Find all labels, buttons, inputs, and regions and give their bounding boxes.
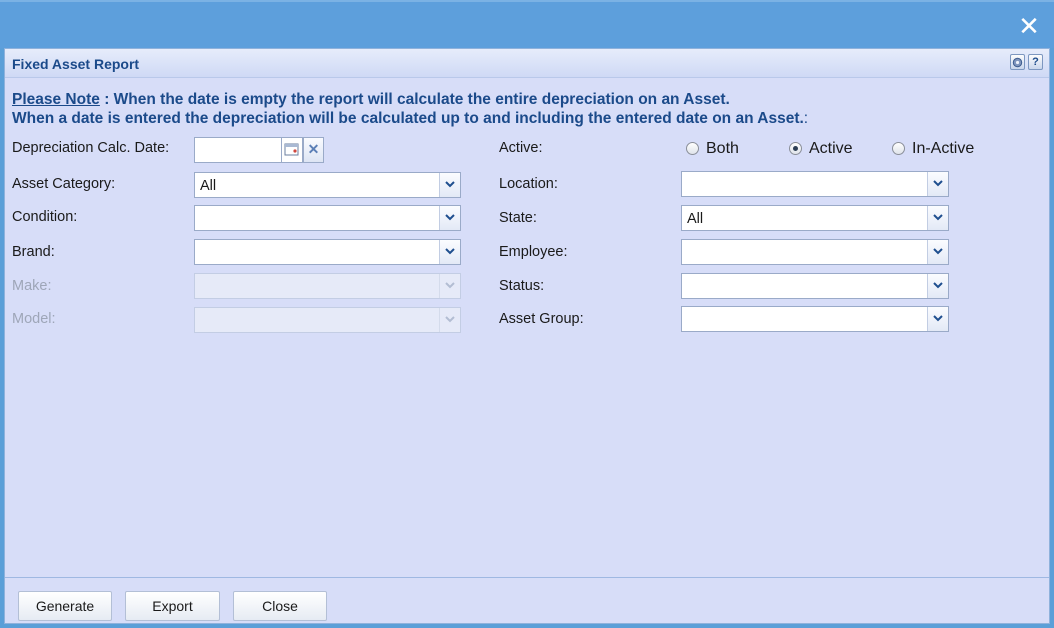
- chevron-down-icon[interactable]: [439, 173, 460, 197]
- active-label: Active:: [499, 140, 543, 156]
- asset-group-label: Asset Group:: [499, 311, 584, 327]
- export-button[interactable]: Export: [125, 591, 220, 621]
- radio-inactive-label[interactable]: In-Active: [912, 140, 974, 158]
- model-select: [194, 307, 461, 333]
- close-button[interactable]: Close: [233, 591, 327, 621]
- help-icon[interactable]: ?: [1028, 54, 1043, 70]
- employee-label: Employee:: [499, 244, 568, 260]
- asset-category-select[interactable]: All: [194, 172, 461, 198]
- model-label: Model:: [12, 311, 56, 327]
- chevron-down-icon: [439, 274, 460, 298]
- note-suffix: :: [803, 110, 809, 127]
- make-label: Make:: [12, 278, 52, 294]
- report-panel: Fixed Asset Report ? Please Note : When …: [4, 48, 1050, 624]
- depreciation-date-input[interactable]: [194, 137, 282, 163]
- condition-select[interactable]: [194, 205, 461, 231]
- note-line-2: When a date is entered the depreciation …: [12, 109, 808, 128]
- chevron-down-icon: [439, 308, 460, 332]
- chevron-down-icon[interactable]: [927, 240, 948, 264]
- chevron-down-icon[interactable]: [927, 206, 948, 230]
- location-select[interactable]: [681, 171, 949, 197]
- brand-select[interactable]: [194, 239, 461, 265]
- note-text-2: When a date is entered the depreciation …: [12, 110, 804, 127]
- title-bar-top-strip: [0, 0, 1054, 2]
- status-select[interactable]: [681, 273, 949, 299]
- state-label: State:: [499, 210, 537, 226]
- report-note: Please Note : When the date is empty the…: [12, 90, 808, 128]
- note-label: Please Note: [12, 91, 100, 108]
- asset-group-select[interactable]: [681, 306, 949, 332]
- clear-date-icon[interactable]: ✕: [303, 137, 324, 163]
- window-title-bar: ✕: [0, 0, 1054, 48]
- condition-label: Condition:: [12, 209, 78, 225]
- panel-title: Fixed Asset Report: [12, 56, 140, 72]
- note-text-1: : When the date is empty the report will…: [99, 91, 730, 108]
- location-label: Location:: [499, 176, 558, 192]
- radio-active[interactable]: [789, 142, 802, 155]
- state-select[interactable]: All: [681, 205, 949, 231]
- asset-category-value: All: [200, 178, 217, 194]
- panel-header: Fixed Asset Report ?: [5, 49, 1049, 78]
- calendar-icon[interactable]: [282, 137, 303, 163]
- chevron-down-icon[interactable]: [927, 172, 948, 196]
- asset-category-label: Asset Category:: [12, 176, 116, 192]
- chevron-down-icon[interactable]: [927, 274, 948, 298]
- make-select: [194, 273, 461, 299]
- close-window-icon[interactable]: ✕: [1018, 14, 1040, 40]
- radio-both-label[interactable]: Both: [706, 140, 739, 158]
- settings-gear-icon[interactable]: [1010, 54, 1025, 70]
- note-line-1: Please Note : When the date is empty the…: [12, 90, 808, 109]
- radio-inactive[interactable]: [892, 142, 905, 155]
- radio-both[interactable]: [686, 142, 699, 155]
- employee-select[interactable]: [681, 239, 949, 265]
- chevron-down-icon[interactable]: [439, 240, 460, 264]
- status-label: Status:: [499, 278, 545, 294]
- chevron-down-icon[interactable]: [439, 206, 460, 230]
- state-value: All: [687, 211, 704, 227]
- chevron-down-icon[interactable]: [927, 307, 948, 331]
- generate-button[interactable]: Generate: [18, 591, 112, 621]
- radio-active-label[interactable]: Active: [809, 140, 853, 158]
- depreciation-date-label: Depreciation Calc. Date:: [12, 140, 170, 156]
- brand-label: Brand:: [12, 244, 55, 260]
- footer-divider: [5, 577, 1049, 578]
